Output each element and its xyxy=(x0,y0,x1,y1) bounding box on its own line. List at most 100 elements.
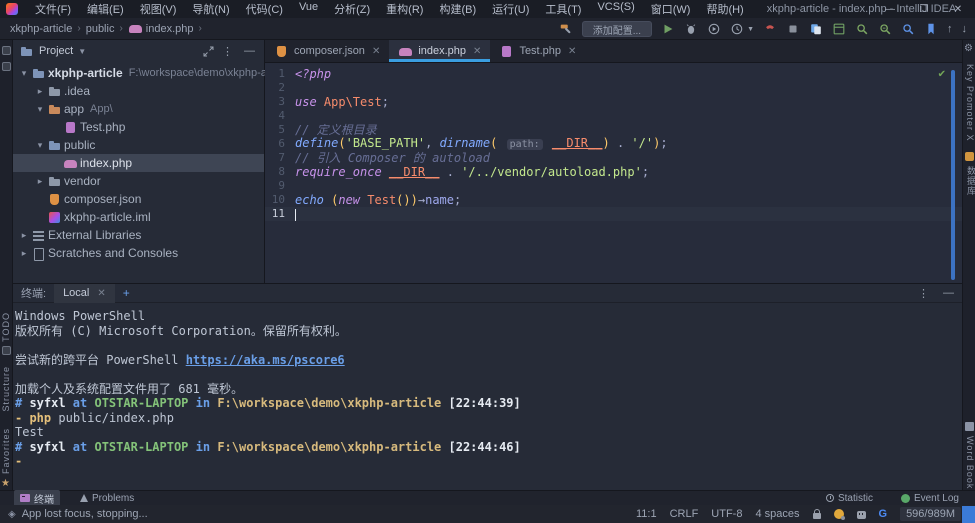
tree-item-composer-json[interactable]: composer.json xyxy=(13,190,264,208)
menu-item--u-[interactable]: 运行(U) xyxy=(485,0,536,18)
lock-icon[interactable] xyxy=(813,513,821,519)
tree-item-test-php[interactable]: Test.php xyxy=(13,118,264,136)
minimize-icon[interactable]: — xyxy=(873,0,907,18)
hide-panel-icon[interactable]: — xyxy=(241,45,258,57)
search-icon[interactable] xyxy=(855,22,869,36)
book-icon[interactable] xyxy=(965,422,974,431)
notification-gear-icon[interactable] xyxy=(834,509,844,519)
attach-debugger-phone-icon[interactable] xyxy=(763,22,777,36)
menu-item--c-[interactable]: 代码(C) xyxy=(239,0,290,18)
more-options-icon[interactable]: ⋮ xyxy=(219,45,236,58)
build-hammer-icon[interactable] xyxy=(559,22,573,36)
tree-item-external-libraries[interactable]: ▸External Libraries xyxy=(13,226,264,244)
terminal-tab-local[interactable]: Local ✕ xyxy=(54,284,115,303)
chevron-expanded-icon[interactable]: ▾ xyxy=(33,104,47,115)
tool-window-icon[interactable] xyxy=(832,22,846,36)
tree-item-scratches-and-consoles[interactable]: ▸Scratches and Consoles xyxy=(13,244,264,262)
code-editor[interactable]: 1<?php23use App\Test;45// 定义根目录6define('… xyxy=(265,67,962,221)
tree-item-public[interactable]: ▾public xyxy=(13,136,264,154)
navigate-back-icon[interactable]: ↑ xyxy=(947,22,953,36)
stop-icon[interactable] xyxy=(786,22,800,36)
menu-item-vcs-s-[interactable]: VCS(S) xyxy=(590,0,641,18)
menu-item--v-[interactable]: 视图(V) xyxy=(133,0,184,18)
restore-icon[interactable]: ❐ xyxy=(907,0,941,18)
tree-item--idea[interactable]: ▸.idea xyxy=(13,82,264,100)
chevron-collapsed-icon[interactable]: ▸ xyxy=(17,230,31,241)
tool-window-button-problems[interactable]: Problems xyxy=(74,490,140,507)
breadcrumb-item-public[interactable]: public xyxy=(86,23,115,35)
line-ending[interactable]: CRLF xyxy=(670,508,699,520)
chevron-down-icon[interactable]: ▼ xyxy=(78,47,86,56)
chevron-collapsed-icon[interactable]: ▸ xyxy=(33,86,47,97)
caret-position[interactable]: 11:1 xyxy=(636,508,657,520)
navigate-forward-icon[interactable]: ↓ xyxy=(962,22,968,36)
menu-item--z-[interactable]: 分析(Z) xyxy=(327,0,377,18)
tool-window-icon[interactable] xyxy=(2,46,11,55)
profiler-dropdown-icon[interactable]: ▼ xyxy=(747,26,754,33)
tool-window-key-promoter[interactable]: Key Promoter X xyxy=(965,64,975,142)
menu-item--b-[interactable]: 构建(B) xyxy=(432,0,483,18)
tool-window-structure[interactable]: Structure xyxy=(1,366,11,412)
tool-window-word-book[interactable]: Word Book xyxy=(965,436,975,489)
editor-tab-index-php[interactable]: index.php✕ xyxy=(389,40,490,62)
menu-item--r-[interactable]: 重构(R) xyxy=(379,0,430,18)
copy-settings-icon[interactable] xyxy=(809,22,823,36)
hide-panel-icon[interactable]: — xyxy=(943,287,954,300)
close-icon[interactable]: ✕ xyxy=(568,46,576,57)
more-options-icon[interactable]: ⋮ xyxy=(918,287,929,300)
run-configuration-selector[interactable]: 添加配置... xyxy=(582,21,652,37)
tool-window-todo[interactable]: TODO xyxy=(1,312,11,342)
breadcrumb-item-index-php[interactable]: index.php xyxy=(128,22,194,35)
editor-tab-composer-json[interactable]: composer.json✕ xyxy=(265,40,389,62)
editor-scrollbar[interactable] xyxy=(951,70,955,280)
terminal-output[interactable]: Windows PowerShell版权所有 (C) Microsoft Cor… xyxy=(13,303,962,469)
expand-collapse-icon[interactable] xyxy=(203,46,214,57)
tree-item-app[interactable]: ▾appApp\ xyxy=(13,100,264,118)
tree-item-xkphp-article[interactable]: ▾xkphp-articleF:\workspace\demo\xkphp-ar… xyxy=(13,64,264,82)
menu-item--n-[interactable]: 导航(N) xyxy=(185,0,236,18)
close-icon[interactable]: ✕ xyxy=(372,46,380,57)
search-everywhere-icon[interactable] xyxy=(901,22,915,36)
tree-item-vendor[interactable]: ▸vendor xyxy=(13,172,264,190)
memory-indicator[interactable]: 596/989M xyxy=(900,507,961,521)
debug-icon[interactable] xyxy=(684,22,698,36)
resize-grip[interactable] xyxy=(962,506,975,523)
menu-item--e-[interactable]: 编辑(E) xyxy=(80,0,131,18)
tree-item-xkphp-article-iml[interactable]: xkphp-article.iml xyxy=(13,208,264,226)
translate-robot-icon[interactable] xyxy=(857,511,866,519)
tool-window-button-statistic[interactable]: Statistic xyxy=(820,492,879,505)
project-view-selector[interactable]: Project xyxy=(39,45,73,57)
new-terminal-icon[interactable]: + xyxy=(123,286,130,300)
chevron-collapsed-icon[interactable]: ▸ xyxy=(17,248,31,259)
tree-item-index-php[interactable]: index.php xyxy=(13,154,264,172)
tool-window-button-event-log[interactable]: Event Log xyxy=(895,492,965,505)
chevron-expanded-icon[interactable]: ▾ xyxy=(33,140,47,151)
tool-window-favorites[interactable]: Favorites xyxy=(1,428,11,474)
menu-item--h-[interactable]: 帮助(H) xyxy=(699,0,750,18)
google-icon[interactable]: G xyxy=(879,508,888,520)
profiler-icon[interactable] xyxy=(730,22,744,36)
tool-window-database[interactable]: 数据库 xyxy=(965,166,975,196)
menu-item--f-[interactable]: 文件(F) xyxy=(28,0,78,18)
terminal-link[interactable]: https://aka.ms/pscore6 xyxy=(186,353,345,367)
tool-window-icon[interactable] xyxy=(2,346,11,355)
gear-icon[interactable]: ⚙ xyxy=(964,43,973,54)
chevron-collapsed-icon[interactable]: ▸ xyxy=(33,176,47,187)
breadcrumb-item-xkphp-article[interactable]: xkphp-article xyxy=(10,23,72,35)
editor-tab-test-php[interactable]: Test.php✕ xyxy=(490,40,585,62)
close-icon[interactable]: ✕ xyxy=(97,288,105,299)
file-encoding[interactable]: UTF-8 xyxy=(711,508,742,520)
inspections-ok-icon[interactable]: ✔ xyxy=(938,69,946,80)
star-icon[interactable]: ★ xyxy=(1,478,10,489)
close-icon[interactable]: ✕ xyxy=(941,0,975,18)
run-icon[interactable] xyxy=(661,22,675,36)
menu-item--w-[interactable]: 窗口(W) xyxy=(644,0,698,18)
menu-item--t-[interactable]: 工具(T) xyxy=(538,0,588,18)
close-icon[interactable]: ✕ xyxy=(473,46,481,57)
tool-window-icon[interactable] xyxy=(2,62,11,71)
search-replace-icon[interactable] xyxy=(878,22,892,36)
chevron-expanded-icon[interactable]: ▾ xyxy=(17,68,31,79)
run-coverage-icon[interactable] xyxy=(707,22,721,36)
menu-item-vue[interactable]: Vue xyxy=(292,0,325,18)
tool-window-button--[interactable]: 终端 xyxy=(14,490,60,507)
